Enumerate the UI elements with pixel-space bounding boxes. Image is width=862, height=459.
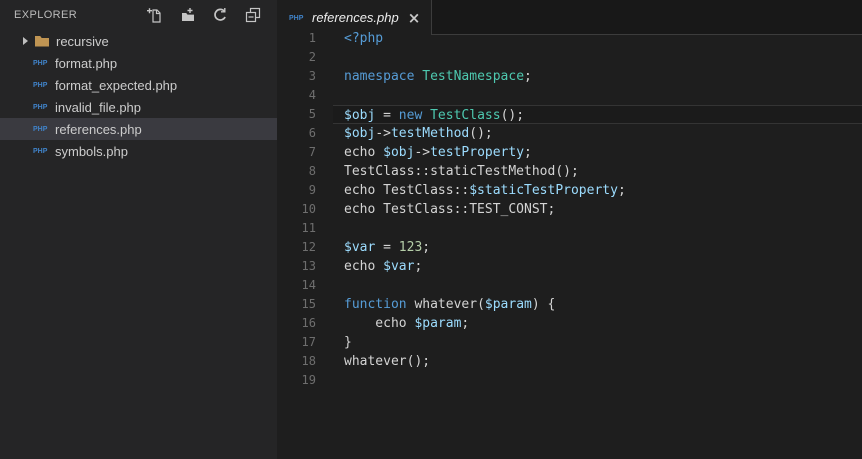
line-number[interactable]: 18 xyxy=(277,352,333,371)
close-icon[interactable]: × xyxy=(408,10,421,25)
line-number[interactable]: 4 xyxy=(277,86,333,105)
tree-item-label: invalid_file.php xyxy=(55,99,142,115)
php-file-icon: PHP xyxy=(289,14,304,22)
code-text: echo $obj->testProperty; xyxy=(344,145,532,160)
line-number[interactable]: 15 xyxy=(277,295,333,314)
code-line-6[interactable]: 6 $obj->testMethod(); xyxy=(277,124,862,143)
tree-item-file-format-php[interactable]: PHP format.php xyxy=(0,52,277,74)
code-line-7[interactable]: 7 echo $obj->testProperty; xyxy=(277,143,862,162)
line-number[interactable]: 3 xyxy=(277,67,333,86)
line-number[interactable]: 7 xyxy=(277,143,333,162)
code-text: TestClass::staticTestMethod(); xyxy=(344,164,579,179)
code-line-16[interactable]: 16 echo $param; xyxy=(277,314,862,333)
line-number[interactable]: 16 xyxy=(277,314,333,333)
editor-group: PHP references.php × 1 <?php 2 3 namespace T… xyxy=(277,0,862,459)
code-line-15[interactable]: 15 function whatever($param) { xyxy=(277,295,862,314)
line-number[interactable]: 5 xyxy=(277,105,333,124)
code-line-5[interactable]: 5 $obj = new TestClass(); xyxy=(277,105,862,124)
tree-item-label: format.php xyxy=(55,55,118,71)
line-number[interactable]: 19 xyxy=(277,371,333,390)
line-number[interactable]: 1 xyxy=(277,29,333,48)
line-number[interactable]: 9 xyxy=(277,181,333,200)
code-line-3[interactable]: 3 namespace TestNamespace; xyxy=(277,67,862,86)
tree-item-folder-recursive[interactable]: recursive xyxy=(0,30,277,52)
code-line-19[interactable]: 19 xyxy=(277,371,862,390)
line-number[interactable]: 12 xyxy=(277,238,333,257)
new-folder-icon[interactable] xyxy=(179,7,195,23)
code-text: echo $var; xyxy=(344,259,423,274)
code-line-8[interactable]: 8 TestClass::staticTestMethod(); xyxy=(277,162,862,181)
explorer-actions xyxy=(146,7,261,23)
code-lines: 1 <?php 2 3 namespace TestNamespace; 4 5 $obj =… xyxy=(277,29,862,459)
code-line-4[interactable]: 4 xyxy=(277,86,862,105)
chevron-right-icon xyxy=(23,37,28,45)
code-text: echo $param; xyxy=(344,316,470,331)
code-line-18[interactable]: 18 whatever(); xyxy=(277,352,862,371)
php-file-icon: PHP xyxy=(33,82,48,89)
code-line-1[interactable]: 1 <?php xyxy=(277,29,862,48)
line-number[interactable]: 17 xyxy=(277,333,333,352)
line-number[interactable]: 2 xyxy=(277,48,333,67)
tree-item-label: references.php xyxy=(55,121,142,137)
code-text: namespace TestNamespace; xyxy=(344,69,532,84)
new-file-icon[interactable] xyxy=(146,7,162,23)
code-line-17[interactable]: 17} xyxy=(277,333,862,352)
code-text: $obj = new TestClass(); xyxy=(333,105,862,124)
code-text: echo TestClass::TEST_CONST; xyxy=(344,202,556,217)
code-text: $var = 123; xyxy=(344,240,431,255)
explorer-sidebar: EXPLORER recursive PHP format.php PHP format… xyxy=(0,0,277,459)
php-file-icon: PHP xyxy=(33,104,48,111)
tree-item-file-symbols-php[interactable]: PHP symbols.php xyxy=(0,140,277,162)
tree-item-file-format-expected-php[interactable]: PHP format_expected.php xyxy=(0,74,277,96)
code-line-11[interactable]: 11 xyxy=(277,219,862,238)
refresh-icon[interactable] xyxy=(212,7,228,23)
code-text: function whatever($param) { xyxy=(344,297,556,312)
tree-item-label: format_expected.php xyxy=(55,77,178,93)
line-number[interactable]: 6 xyxy=(277,124,333,143)
code-line-9[interactable]: 9 echo TestClass::$staticTestProperty; xyxy=(277,181,862,200)
code-text: } xyxy=(344,335,352,350)
code-line-2[interactable]: 2 xyxy=(277,48,862,67)
explorer-header: EXPLORER xyxy=(0,0,277,30)
file-tree: recursive PHP format.php PHP format_expected… xyxy=(0,30,277,162)
explorer-title: EXPLORER xyxy=(14,9,78,21)
code-line-13[interactable]: 13 echo $var; xyxy=(277,257,862,276)
code-line-12[interactable]: 12 $var = 123; xyxy=(277,238,862,257)
line-number[interactable]: 14 xyxy=(277,276,333,295)
php-file-icon: PHP xyxy=(33,126,48,133)
line-number[interactable]: 10 xyxy=(277,200,333,219)
code-text: echo TestClass::$staticTestProperty; xyxy=(344,183,626,198)
tab-label: references.php xyxy=(312,10,399,25)
line-number[interactable]: 8 xyxy=(277,162,333,181)
php-file-icon: PHP xyxy=(33,60,48,67)
code-line-14[interactable]: 14 xyxy=(277,276,862,295)
line-number[interactable]: 13 xyxy=(277,257,333,276)
code-text: whatever(); xyxy=(344,354,431,369)
code-line-10[interactable]: 10 echo TestClass::TEST_CONST; xyxy=(277,200,862,219)
folder-icon xyxy=(34,33,50,49)
tree-item-label: recursive xyxy=(56,33,109,49)
code-text: $obj->testMethod(); xyxy=(344,126,493,141)
collapse-all-icon[interactable] xyxy=(245,7,261,23)
line-number[interactable]: 11 xyxy=(277,219,333,238)
tree-item-file-invalid-file-php[interactable]: PHP invalid_file.php xyxy=(0,96,277,118)
tree-item-label: symbols.php xyxy=(55,143,128,159)
vscode-window: EXPLORER recursive PHP format.php PHP format… xyxy=(0,0,862,459)
code-text: <?php xyxy=(344,31,384,46)
php-file-icon: PHP xyxy=(33,148,48,155)
tree-item-file-references-php[interactable]: PHP references.php xyxy=(0,118,277,140)
